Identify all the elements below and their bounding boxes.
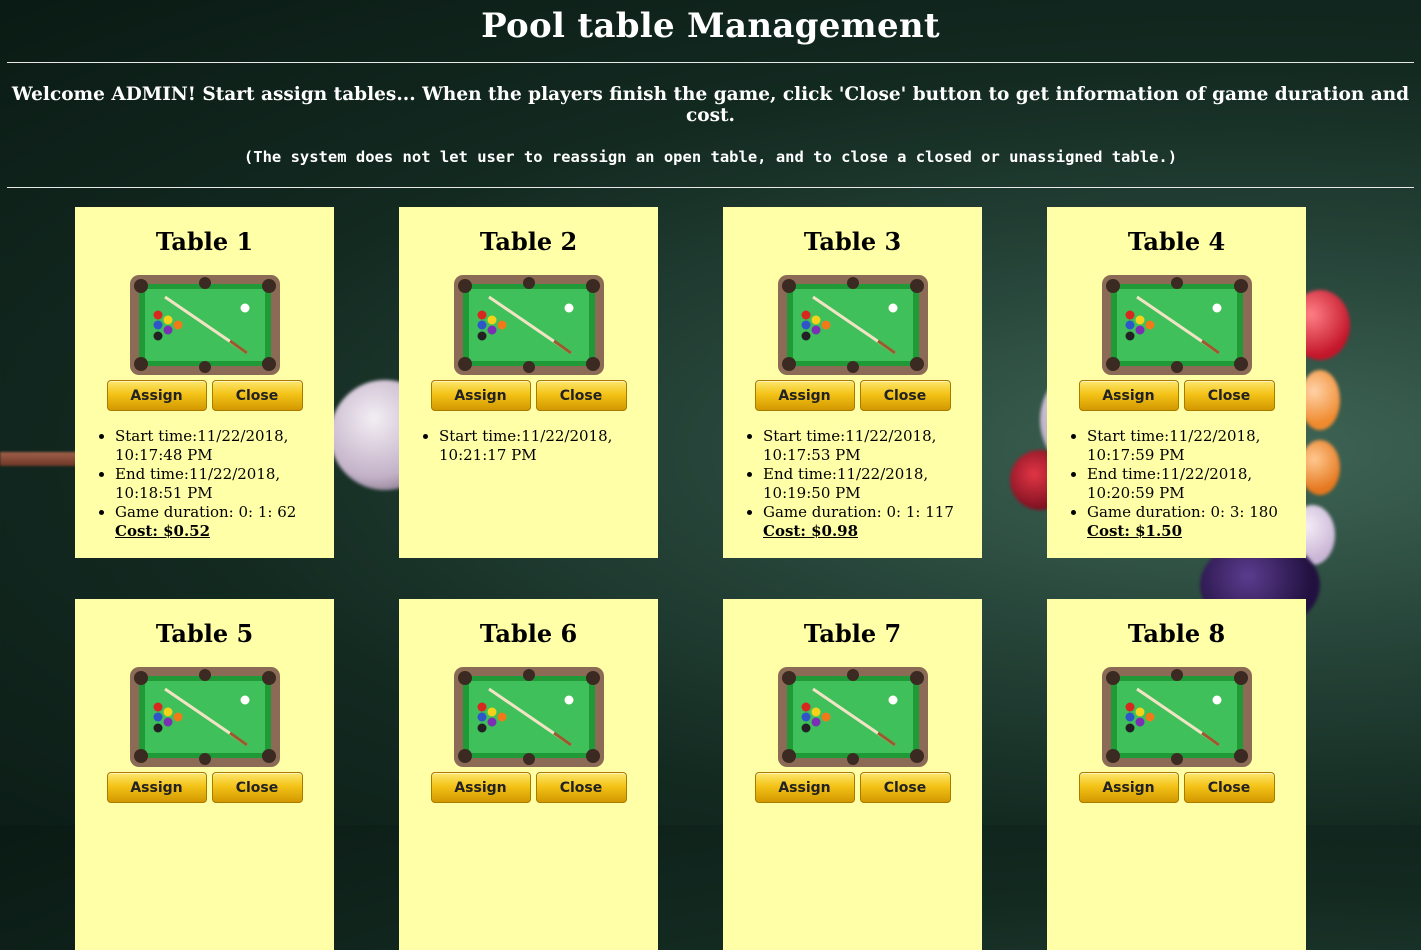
start-time: Start time:11/22/2018, 10:21:17 PM xyxy=(439,427,658,465)
tables-grid: Table 1 AssignCloseStart time:11/22/2018… xyxy=(75,207,1306,950)
table-title: Table 5 xyxy=(155,619,254,648)
divider xyxy=(7,187,1414,188)
game-duration-text: Game duration: 0: 1: 62 xyxy=(115,503,297,521)
page-title: Pool table Management xyxy=(481,6,940,46)
pool-table-icon xyxy=(129,667,280,767)
table-title: Table 1 xyxy=(155,227,254,256)
table-title: Table 2 xyxy=(479,227,578,256)
assign-button[interactable]: Assign xyxy=(1078,380,1179,411)
end-time: End time:11/22/2018, 10:20:59 PM xyxy=(1087,465,1306,503)
start-time: Start time:11/22/2018, 10:17:48 PM xyxy=(115,427,334,465)
table-actions: Assign Close xyxy=(75,772,334,803)
game-duration: Game duration: 0: 1: 117Cost: $0.98 xyxy=(763,503,982,541)
assign-button[interactable]: Assign xyxy=(106,380,207,411)
start-time-text: Start time:11/22/2018, 10:17:48 PM xyxy=(115,427,289,464)
table-card: Table 2 AssignClose Start time:11/22/2018… xyxy=(399,207,658,558)
start-time: Start time:11/22/2018, 10:17:53 PM xyxy=(763,427,982,465)
end-time-text: End time:11/22/2018, 10:20:59 PM xyxy=(1087,465,1253,502)
table-title: Table 3 xyxy=(803,227,902,256)
game-info-list: Start time:11/22/2018, 10:21:17 PM xyxy=(399,427,658,465)
page-header: Pool table Management Welcome ADMIN! Sta… xyxy=(0,0,1421,188)
close-button[interactable]: Close xyxy=(1183,772,1275,803)
table-actions: Assign Close xyxy=(75,380,334,411)
game-info-list: Start time:11/22/2018, 10:17:53 PMEnd ti… xyxy=(723,427,982,541)
table-title: Table 8 xyxy=(1127,619,1226,648)
table-title: Table 4 xyxy=(1127,227,1226,256)
pool-table-icon xyxy=(453,275,604,375)
table-actions: Assign Close xyxy=(723,772,982,803)
start-time-text: Start time:11/22/2018, 10:17:53 PM xyxy=(763,427,937,464)
game-cost: Cost: $0.52 xyxy=(115,522,211,540)
end-time: End time:11/22/2018, 10:18:51 PM xyxy=(115,465,334,503)
pool-table-icon xyxy=(777,275,928,375)
end-time: End time:11/22/2018, 10:19:50 PM xyxy=(763,465,982,503)
table-actions: Assign Close xyxy=(1047,772,1306,803)
pool-table-icon xyxy=(129,275,280,375)
assign-button[interactable]: Assign xyxy=(430,380,531,411)
assign-button[interactable]: Assign xyxy=(430,772,531,803)
close-button[interactable]: Close xyxy=(535,380,627,411)
close-button[interactable]: Close xyxy=(1183,380,1275,411)
start-time: Start time:11/22/2018, 10:17:59 PM xyxy=(1087,427,1306,465)
divider xyxy=(7,62,1414,63)
game-duration: Game duration: 0: 3: 180Cost: $1.50 xyxy=(1087,503,1306,541)
start-time-text: Start time:11/22/2018, 10:17:59 PM xyxy=(1087,427,1261,464)
assign-button[interactable]: Assign xyxy=(754,772,855,803)
table-actions: Assign Close xyxy=(1047,380,1306,411)
table-card: Table 8 Assign Close xyxy=(1047,599,1306,950)
game-duration-text: Game duration: 0: 3: 180 xyxy=(1087,503,1278,521)
close-button[interactable]: Close xyxy=(211,772,303,803)
table-card: Table 7 Assign Close xyxy=(723,599,982,950)
table-card: Table 3 AssignClose Start time:11/22/2018… xyxy=(723,207,982,558)
assign-button[interactable]: Assign xyxy=(106,772,207,803)
end-time-text: End time:11/22/2018, 10:18:51 PM xyxy=(115,465,281,502)
pool-table-icon xyxy=(1101,667,1252,767)
game-info-list: Start time:11/22/2018, 10:17:59 PMEnd ti… xyxy=(1047,427,1306,541)
table-actions: Assign Close xyxy=(399,772,658,803)
game-duration-text: Game duration: 0: 1: 117 xyxy=(763,503,954,521)
game-info-list: Start time:11/22/2018, 10:17:48 PMEnd ti… xyxy=(75,427,334,541)
game-cost: Cost: $0.98 xyxy=(763,522,859,540)
welcome-message: Welcome ADMIN! Start assign tables... Wh… xyxy=(11,84,1410,126)
table-card: Table 6 Assign Close xyxy=(399,599,658,950)
table-card: Table 1 AssignClose Start time:11/22/2018… xyxy=(75,207,334,558)
table-title: Table 6 xyxy=(479,619,578,648)
assign-button[interactable]: Assign xyxy=(754,380,855,411)
assign-button[interactable]: Assign xyxy=(1078,772,1179,803)
table-card: Table 4 AssignClose Start time:11/22/2018… xyxy=(1047,207,1306,558)
system-note: (The system does not let user to reassig… xyxy=(243,148,1178,166)
pool-table-icon xyxy=(1101,275,1252,375)
game-duration: Game duration: 0: 1: 62Cost: $0.52 xyxy=(115,503,334,541)
game-cost: Cost: $1.50 xyxy=(1087,522,1183,540)
table-card: Table 5 Assign Close xyxy=(75,599,334,950)
pool-table-icon xyxy=(453,667,604,767)
table-title: Table 7 xyxy=(803,619,902,648)
table-actions: Assign Close xyxy=(399,380,658,411)
close-button[interactable]: Close xyxy=(859,380,951,411)
table-actions: Assign Close xyxy=(723,380,982,411)
pool-table-icon xyxy=(777,667,928,767)
close-button[interactable]: Close xyxy=(859,772,951,803)
close-button[interactable]: Close xyxy=(535,772,627,803)
start-time-text: Start time:11/22/2018, 10:21:17 PM xyxy=(439,427,613,464)
end-time-text: End time:11/22/2018, 10:19:50 PM xyxy=(763,465,929,502)
close-button[interactable]: Close xyxy=(211,380,303,411)
